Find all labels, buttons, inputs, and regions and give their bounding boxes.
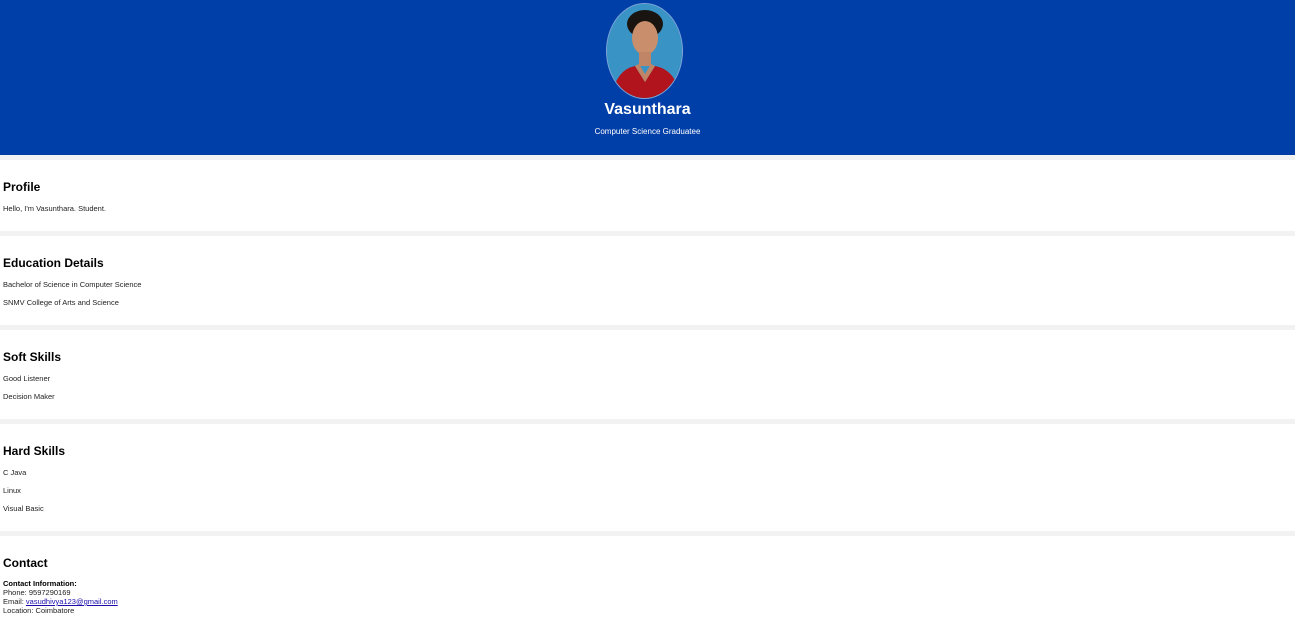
contact-location-value: Coimbatore <box>35 606 75 615</box>
soft-skill-item: Good Listener <box>3 374 51 383</box>
section-title-hard-skills: Hard Skills <box>3 444 66 458</box>
section-title-education: Education Details <box>3 256 104 270</box>
soft-skill-item: Decision Maker <box>3 392 55 401</box>
section-title-soft-skills: Soft Skills <box>3 350 62 364</box>
profile-text: Hello, I'm Vasunthara. Student. <box>3 204 107 213</box>
hard-skill-item: Linux <box>3 486 21 495</box>
contact-phone-label: Phone: <box>3 588 29 597</box>
profile-name: Vasunthara <box>604 101 691 118</box>
contact-email-label: Email: <box>3 597 26 606</box>
contact-phone-value: 9597290169 <box>28 588 71 597</box>
header-banner: Vasunthara Computer Science Graduatee <box>0 0 1295 155</box>
profile-photo <box>606 3 683 99</box>
education-section: Education Details Bachelor of Science in… <box>0 236 1295 325</box>
contact-location-label: Location: <box>3 606 36 615</box>
contact-location: Location: Coimbatore <box>3 606 118 615</box>
contact-email: Email: vasudhivya123@gmail.com <box>3 597 118 606</box>
hard-skill-item: C Java <box>3 468 27 477</box>
education-item: SNMV College of Arts and Science <box>3 298 119 307</box>
section-title-contact: Contact <box>3 556 48 570</box>
soft-skills-section: Soft Skills Good Listener Decision Maker <box>0 330 1295 419</box>
email-link[interactable]: vasudhivya123@gmail.com <box>26 597 118 606</box>
contact-section: Contact Contact Information: Phone: 9597… <box>0 536 1295 634</box>
contact-details: Contact Information: Phone: 9597290169 E… <box>3 579 118 615</box>
section-title-profile: Profile <box>3 180 41 194</box>
education-item: Bachelor of Science in Computer Science <box>3 280 142 289</box>
contact-phone: Phone: 9597290169 <box>3 588 118 597</box>
contact-heading: Contact Information: <box>3 579 77 588</box>
hard-skill-item: Visual Basic <box>3 504 44 513</box>
hard-skills-section: Hard Skills C Java Linux Visual Basic <box>0 424 1295 531</box>
profile-subtitle: Computer Science Graduatee <box>594 127 701 136</box>
profile-section: Profile Hello, I'm Vasunthara. Student. <box>0 160 1295 231</box>
